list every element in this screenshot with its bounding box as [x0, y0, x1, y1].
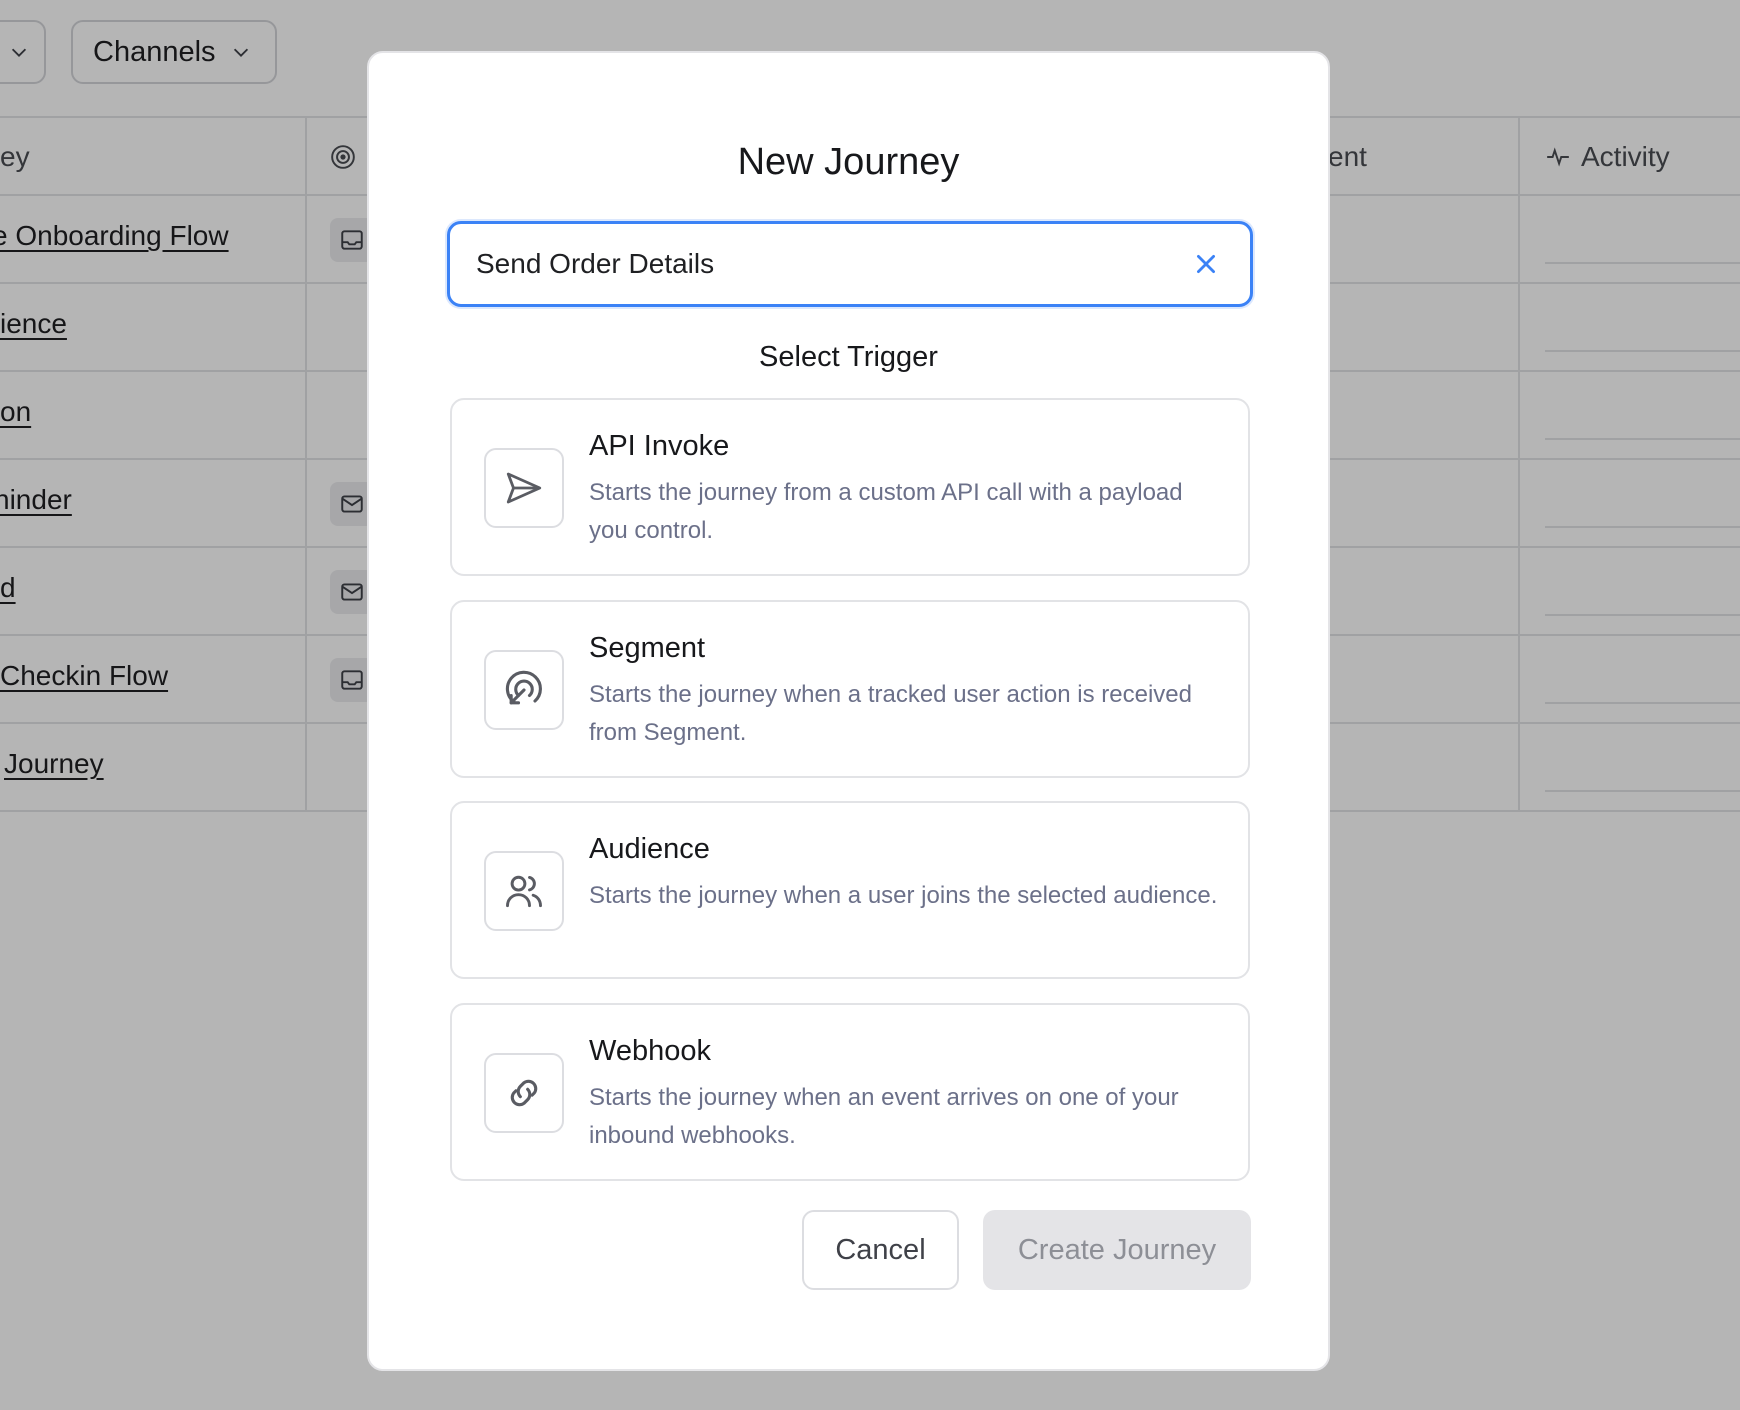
- trigger-description: Starts the journey from a custom API cal…: [589, 479, 1183, 544]
- trigger-title: Segment: [589, 632, 706, 664]
- create-journey-button[interactable]: Create Journey: [983, 1210, 1251, 1290]
- trigger-description: Starts the journey when a tracked user a…: [589, 681, 1192, 746]
- cancel-button[interactable]: Cancel: [802, 1210, 959, 1290]
- clear-input-button[interactable]: [1190, 248, 1222, 280]
- select-trigger-heading: Select Trigger: [759, 341, 938, 373]
- trigger-option-audience[interactable]: Audience Starts the journey when a user …: [450, 801, 1250, 979]
- trigger-option-segment[interactable]: Segment Starts the journey when a tracke…: [450, 600, 1250, 778]
- trigger-title: API Invoke: [589, 430, 730, 462]
- journey-name-input[interactable]: [476, 224, 1176, 304]
- trigger-description: Starts the journey when a user joins the…: [589, 882, 1218, 909]
- segment-icon: [484, 650, 564, 730]
- trigger-title: Webhook: [589, 1035, 711, 1067]
- trigger-option-api-invoke[interactable]: API Invoke Starts the journey from a cus…: [450, 398, 1250, 576]
- trigger-option-webhook[interactable]: Webhook Starts the journey when an event…: [450, 1003, 1250, 1181]
- users-icon: [484, 851, 564, 931]
- new-journey-dialog: New Journey Select Trigger API Invoke St…: [367, 51, 1330, 1371]
- close-icon: [1197, 255, 1215, 273]
- trigger-description: Starts the journey when an event arrives…: [589, 1084, 1179, 1149]
- journey-name-field[interactable]: [447, 221, 1253, 307]
- trigger-title: Audience: [589, 833, 710, 865]
- send-icon: [484, 448, 564, 528]
- link-icon: [484, 1053, 564, 1133]
- dialog-title: New Journey: [737, 141, 960, 183]
